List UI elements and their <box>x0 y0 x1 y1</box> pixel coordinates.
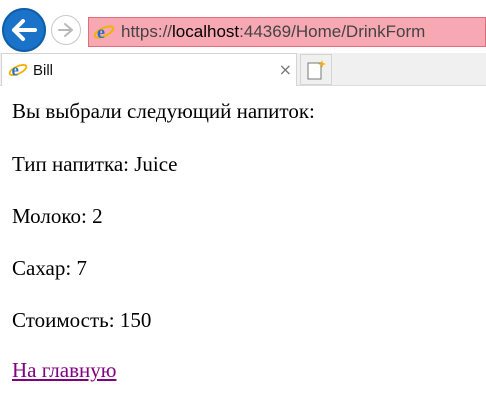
tab-strip: e Bill × <box>0 53 486 86</box>
url-host: localhost <box>172 22 240 41</box>
forward-button[interactable] <box>51 15 81 45</box>
forward-arrow-icon <box>58 23 73 37</box>
drink-type-text: Тип напитка: Juice <box>12 152 178 176</box>
home-link[interactable]: На главную <box>12 358 116 383</box>
url-path: :44369/Home/DrinkForm <box>239 22 426 41</box>
svg-text:e: e <box>97 22 105 42</box>
address-bar[interactable]: e https://localhost:44369/Home/DrinkForm <box>88 17 486 47</box>
back-arrow-icon <box>12 19 37 41</box>
page-heading: Вы выбрали следующий напиток: <box>12 99 315 123</box>
tab-bill[interactable]: e Bill × <box>1 53 297 86</box>
cost-text: Стоимость: 150 <box>12 308 152 332</box>
ie-page-icon: e <box>93 21 115 43</box>
close-tab-icon[interactable]: × <box>279 60 292 80</box>
svg-text:e: e <box>12 60 19 79</box>
url-scheme: https:// <box>121 22 173 41</box>
milk-text: Молоко: 2 <box>12 204 103 228</box>
browser-chrome: e https://localhost:44369/Home/DrinkForm… <box>0 0 486 86</box>
sugar-text: Сахар: 7 <box>12 256 87 280</box>
new-tab-icon <box>307 59 326 79</box>
new-tab-button[interactable] <box>300 54 332 85</box>
ie-tab-icon: e <box>8 60 28 80</box>
tab-title: Bill <box>33 61 54 79</box>
back-button[interactable] <box>2 8 46 52</box>
url-text: https://localhost:44369/Home/DrinkForm <box>121 22 425 42</box>
